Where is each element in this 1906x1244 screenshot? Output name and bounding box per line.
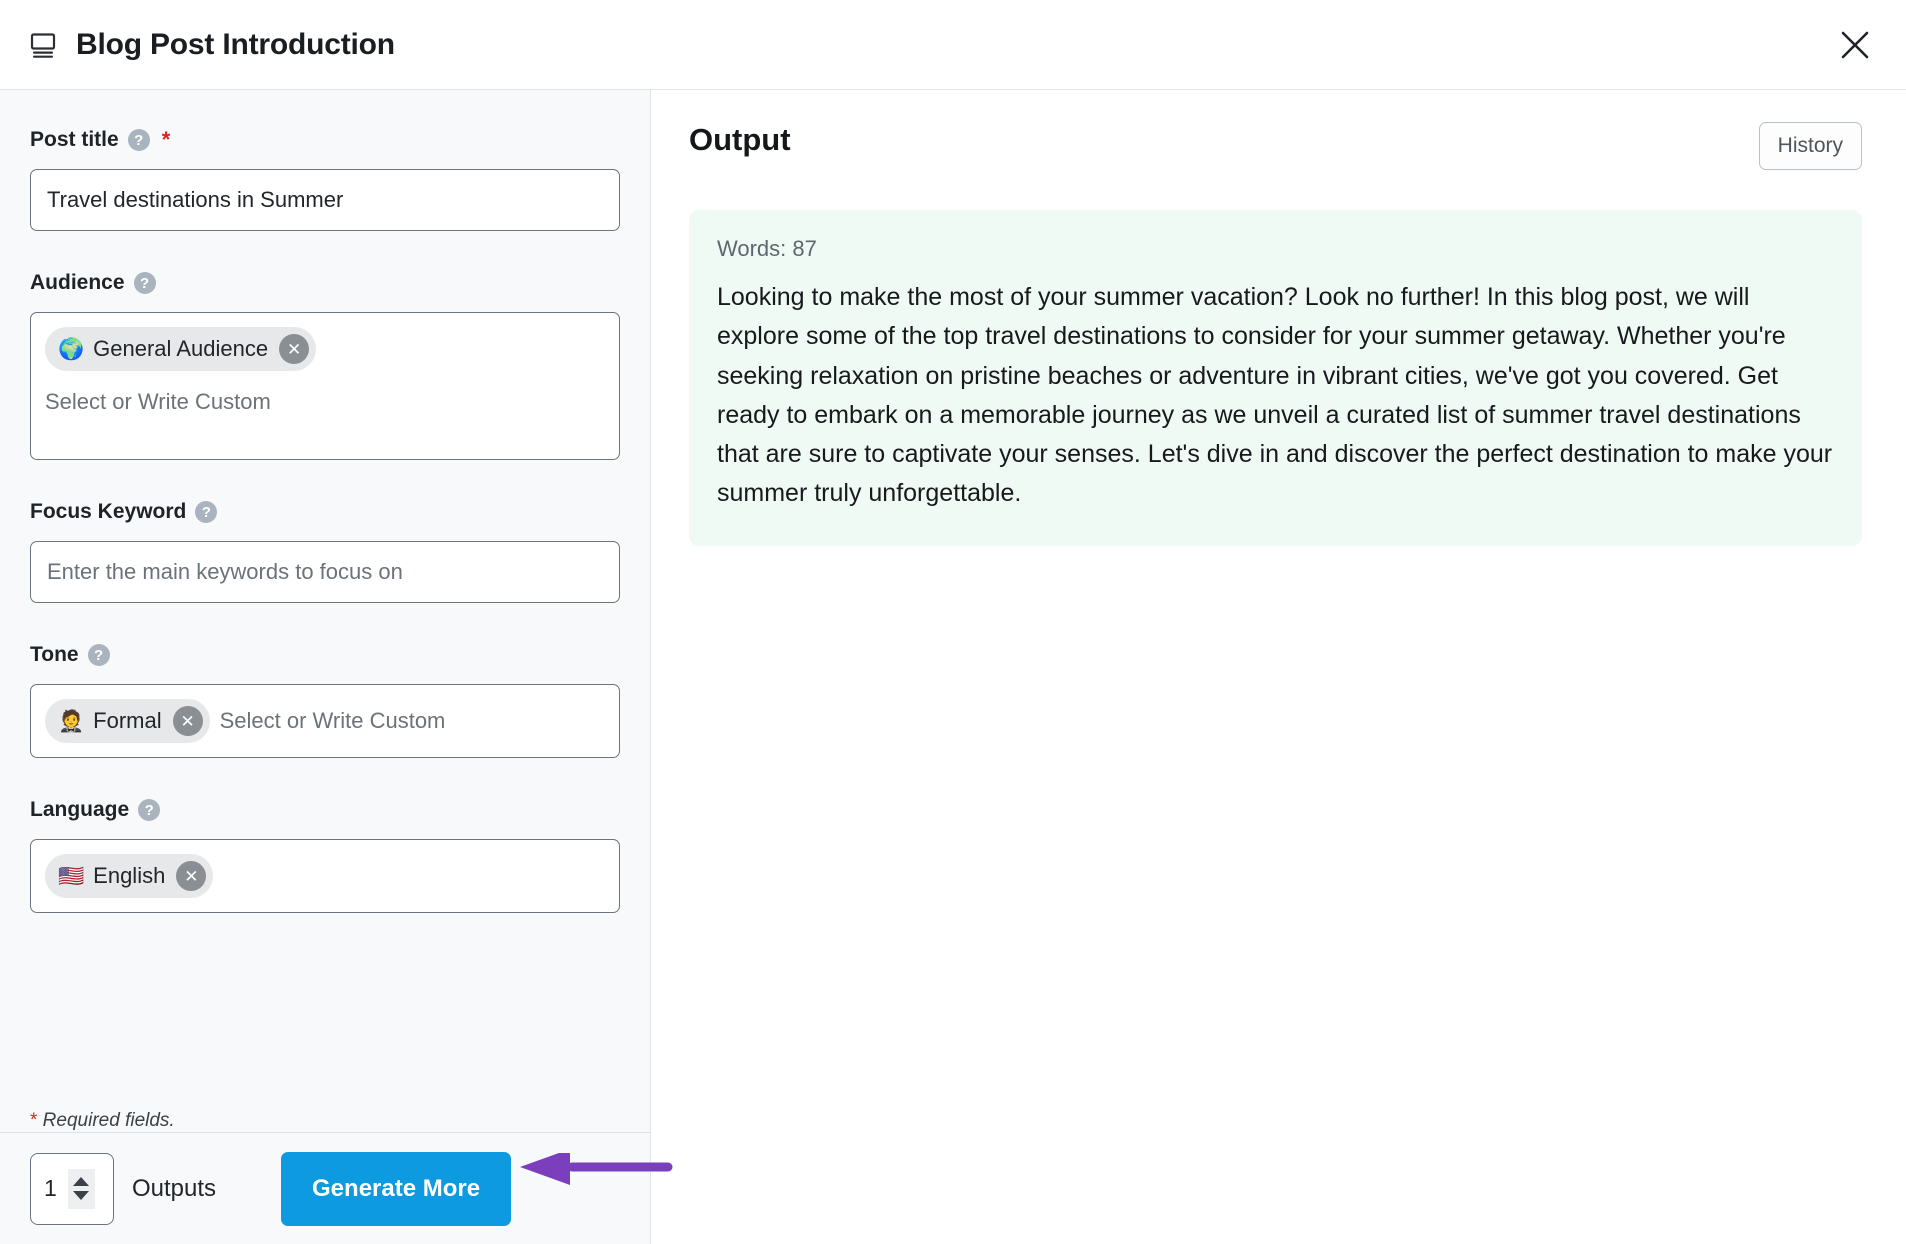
label-text: Post title [30,128,119,151]
outputs-stepper[interactable]: 1 [30,1152,114,1225]
globe-icon: 🌍 [58,337,85,361]
field-post-title: Post title ? * [30,128,620,231]
outputs-value[interactable]: 1 [44,1175,57,1202]
required-note-text: Required fields. [37,1110,175,1131]
remove-tag-icon[interactable]: ✕ [176,861,207,891]
outputs-label: Outputs [132,1174,217,1202]
label-text: Language [30,798,130,821]
form-panel: Post title ? * Audience ? 🌍 General Audi… [0,90,651,1244]
remove-tag-icon[interactable]: ✕ [279,334,310,364]
field-label-audience: Audience ? [30,271,620,295]
us-flag-icon: 🇺🇸 [58,864,85,888]
help-icon[interactable]: ? [133,272,156,294]
output-generated-text: Looking to make the most of your summer … [717,283,1833,508]
chevron-up-icon[interactable] [73,1177,90,1186]
tag-chip-english[interactable]: 🇺🇸 English ✕ [45,854,214,898]
chevron-down-icon[interactable] [73,1191,90,1200]
remove-tag-icon[interactable]: ✕ [172,706,203,736]
focus-keyword-input[interactable] [30,541,620,603]
field-language: Language ? 🇺🇸 English ✕ [30,798,620,913]
help-icon[interactable]: ? [87,644,110,666]
help-icon[interactable]: ? [127,129,150,151]
help-icon[interactable]: ? [138,799,161,821]
close-icon[interactable] [1832,22,1878,68]
label-text: Focus Keyword [30,500,187,523]
required-fields-note: * Required fields. [0,1102,650,1132]
output-panel: Output History Words: 87 Looking to make… [651,90,1906,1244]
history-button[interactable]: History [1758,122,1862,170]
post-title-input[interactable] [30,169,620,231]
required-marker: * [161,127,171,152]
word-count-label: Words: 87 [717,236,817,261]
tag-label: English [93,863,166,888]
label-text: Tone [30,643,79,666]
modal-body: Post title ? * Audience ? 🌍 General Audi… [0,90,1906,1244]
field-audience: Audience ? 🌍 General Audience ✕ Select o… [30,271,620,460]
person-in-suit-icon: 🤵 [58,709,85,733]
generate-more-button[interactable]: Generate More [281,1151,512,1226]
label-text: Audience [30,271,125,294]
output-title: Output [689,122,791,157]
article-intro-icon [26,28,60,62]
tone-placeholder[interactable]: Select or Write Custom [220,708,605,734]
field-label-focus-keyword: Focus Keyword ? [30,500,620,524]
field-focus-keyword: Focus Keyword ? [30,500,620,603]
stepper-arrows[interactable] [67,1168,95,1209]
audience-placeholder[interactable]: Select or Write Custom [45,389,605,415]
page-title: Blog Post Introduction [76,27,395,61]
form-footer: 1 Outputs Generate More [0,1132,650,1244]
tag-label: Formal [93,708,162,733]
help-icon[interactable]: ? [195,501,218,523]
output-result-card[interactable]: Words: 87 Looking to make the most of yo… [689,210,1862,546]
tone-tag-input[interactable]: 🤵 Formal ✕ Select or Write Custom [30,684,620,758]
audience-tag-input[interactable]: 🌍 General Audience ✕ Select or Write Cus… [30,312,620,460]
output-header: Output History [689,122,1862,180]
field-label-post-title: Post title ? * [30,128,620,152]
language-tag-input[interactable]: 🇺🇸 English ✕ [30,839,620,913]
modal-header: Blog Post Introduction [0,0,1906,90]
field-label-tone: Tone ? [30,643,620,667]
tag-label: General Audience [93,336,269,361]
tag-chip-formal[interactable]: 🤵 Formal ✕ [45,699,210,743]
field-label-language: Language ? [30,798,620,822]
field-tone: Tone ? 🤵 Formal ✕ Select or Write Custom [30,643,620,758]
tag-chip-general-audience[interactable]: 🌍 General Audience ✕ [45,327,317,371]
form-fields: Post title ? * Audience ? 🌍 General Audi… [0,90,650,1102]
